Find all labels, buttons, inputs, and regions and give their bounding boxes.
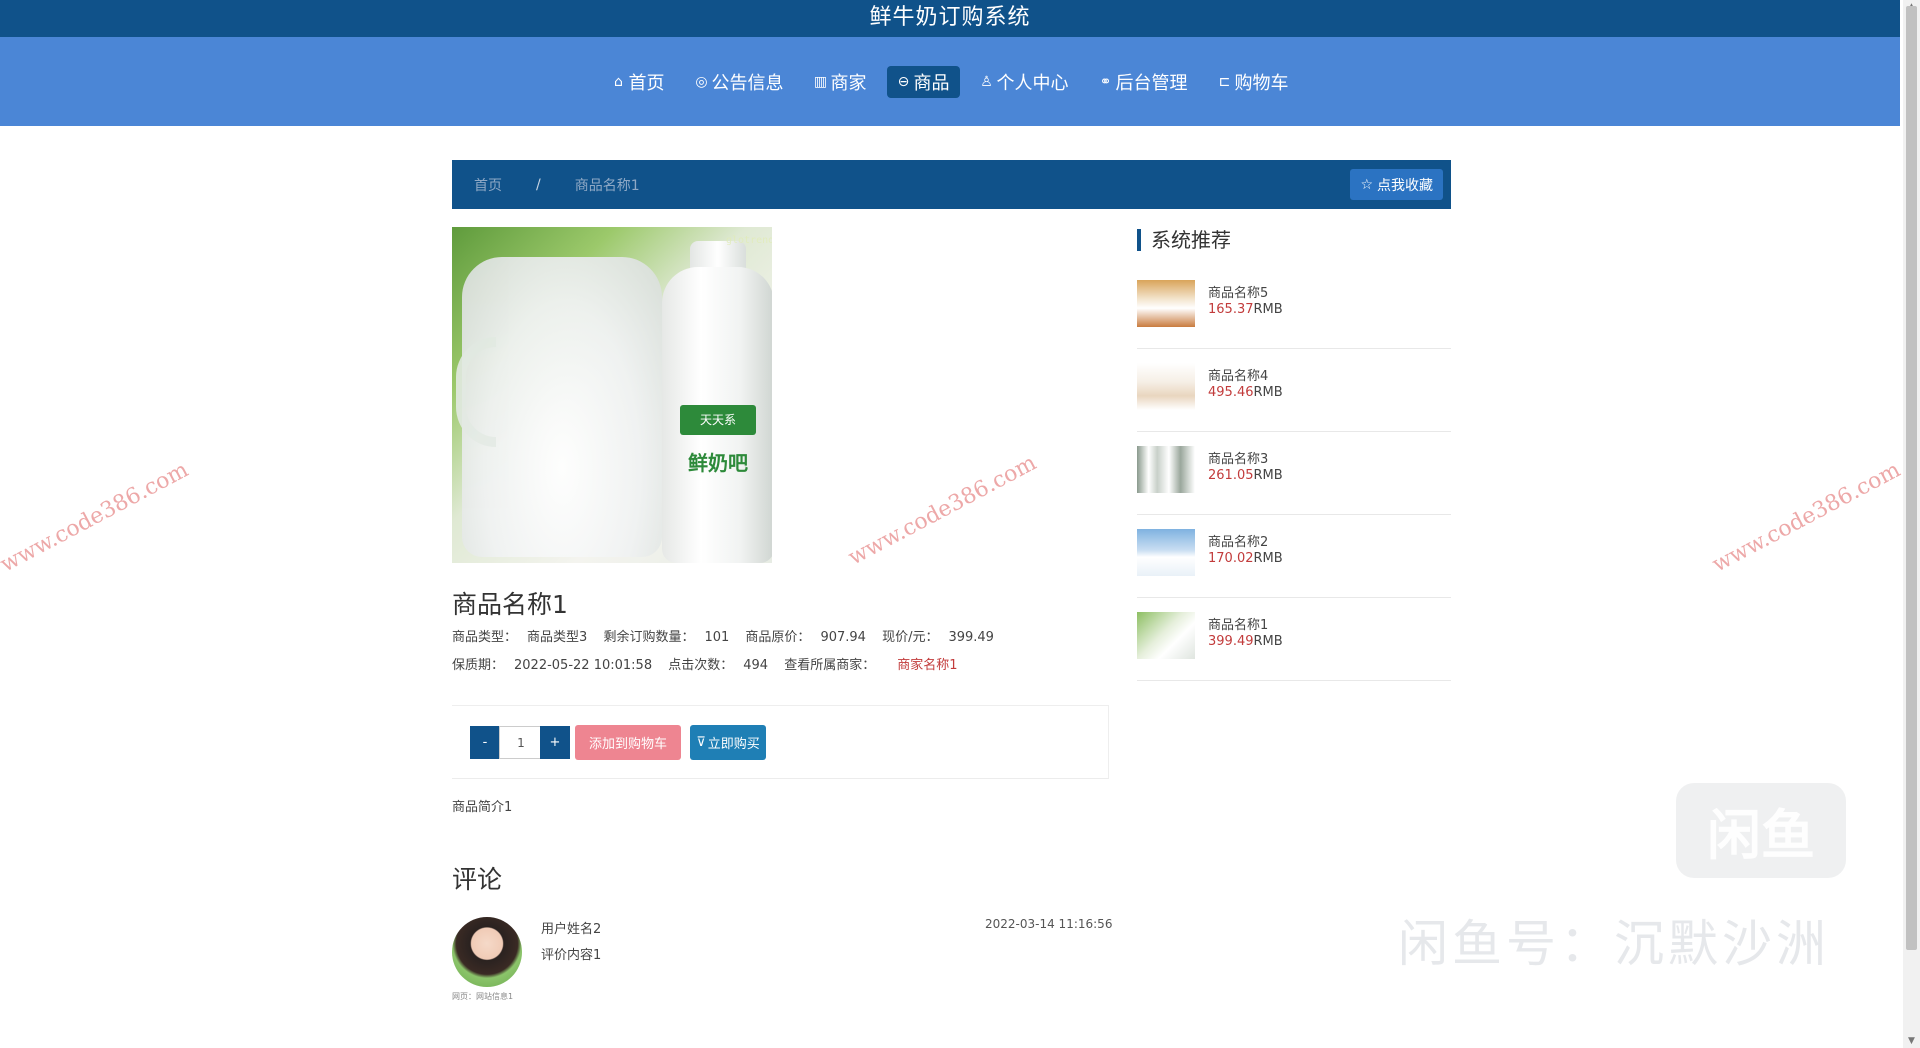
nav-label: 首页 — [628, 72, 665, 94]
expiry-value: 2022-05-22 10:01:58 — [514, 658, 653, 673]
quantity-decrease-button[interactable]: - — [470, 726, 500, 759]
buy-now-label: 立即购买 — [707, 737, 760, 752]
xianyu-logo: 闲鱼 — [1676, 783, 1846, 878]
product-info-line-2: 保质期： 2022-05-22 10:01:58 点击次数： 494 查看所属商家：… — [452, 654, 958, 673]
recommend-item[interactable]: 商品名称3 261.05RMB — [1137, 432, 1451, 515]
nav-label: 后台管理 — [1115, 72, 1188, 94]
buy-now-button[interactable]: ⊽ 立即购买 — [690, 725, 766, 760]
add-to-cart-button[interactable]: 添加到购物车 — [575, 725, 681, 760]
recommend-item[interactable]: 商品名称5 165.37RMB — [1137, 266, 1451, 349]
type-value: 商品类型3 — [527, 630, 588, 645]
nav-item-shops[interactable]: ▥ 商家 — [804, 66, 877, 98]
stock-label: 剩余订购数量： — [603, 630, 695, 645]
announcement-icon: ◎ — [695, 73, 708, 90]
breadcrumb: 首页 / 商品名称1 ☆ 点我收藏 — [452, 160, 1451, 209]
milk-jar-graphic — [456, 257, 662, 557]
quantity-increase-button[interactable]: + — [540, 726, 570, 759]
breadcrumb-home[interactable]: 首页 — [474, 175, 502, 195]
favorite-label: 点我收藏 — [1377, 177, 1433, 194]
scroll-down-icon[interactable]: ▼ — [1903, 1034, 1920, 1048]
bottle-label: 鲜奶吧 — [688, 451, 748, 475]
avatar — [452, 917, 522, 987]
nav-label: 个人中心 — [996, 72, 1069, 94]
recommend-thumbnail — [1137, 363, 1195, 410]
comments-title: 评论 — [452, 865, 503, 894]
recommend-list: 商品名称5 165.37RMB 商品名称4 495.46RMB 商品名称3 26… — [1137, 266, 1451, 681]
product-intro: 商品简介1 — [452, 800, 513, 815]
clicks-value: 494 — [743, 658, 769, 673]
user-icon: ♙ — [980, 73, 993, 90]
star-icon: ☆ — [1360, 176, 1373, 193]
recommend-name: 商品名称3 — [1208, 452, 1269, 467]
cart-icon: ⊏ — [1218, 73, 1231, 90]
comment-user: 用户姓名2 — [541, 922, 602, 937]
recommend-name: 商品名称1 — [1208, 618, 1269, 633]
comment-time: 2022-03-14 11:16:56 — [985, 917, 1113, 931]
recommend-item[interactable]: 商品名称1 399.49RMB — [1137, 598, 1451, 681]
image-watermark: glotrend.com — [726, 235, 772, 246]
buy-panel: - + 添加到购物车 ⊽ 立即购买 — [452, 705, 1109, 779]
recommend-thumbnail — [1137, 529, 1195, 576]
type-label: 商品类型： — [452, 630, 518, 645]
page-scrollbar[interactable]: ▲ ▼ — [1903, 0, 1920, 1048]
nav-item-profile[interactable]: ♙ 个人中心 — [970, 66, 1079, 98]
nav-item-cart[interactable]: ⊏ 购物车 — [1208, 66, 1299, 98]
nav-label: 公告信息 — [711, 72, 784, 94]
recommend-price: 165.37RMB — [1208, 302, 1283, 317]
recommend-name: 商品名称4 — [1208, 369, 1269, 384]
scrollbar-thumb[interactable] — [1906, 6, 1917, 950]
quantity-input[interactable] — [499, 726, 543, 759]
site-watermark: www.code386.com — [0, 457, 193, 578]
recommend-price: 170.02RMB — [1208, 551, 1283, 566]
recommend-name: 商品名称5 — [1208, 286, 1269, 301]
bag-icon: ⊽ — [696, 735, 706, 750]
recommend-name: 商品名称2 — [1208, 535, 1269, 550]
product-image: 天天系 鲜奶吧 glotrend.com — [452, 227, 772, 563]
shop-icon: ▥ — [813, 73, 828, 90]
comment-content: 评价内容1 — [541, 948, 602, 963]
bottle-badge: 天天系 — [680, 405, 756, 435]
nav-item-admin[interactable]: ⚭ 后台管理 — [1089, 66, 1198, 98]
recommend-price: 261.05RMB — [1208, 468, 1283, 483]
recommend-thumbnail — [1137, 446, 1195, 493]
recommend-price: 495.46RMB — [1208, 385, 1283, 400]
goods-icon: ⊖ — [897, 73, 910, 90]
recommend-item[interactable]: 商品名称2 170.02RMB — [1137, 515, 1451, 598]
price-label: 现价/元： — [882, 630, 939, 645]
avatar-caption: 网页：网站信息1 — [452, 992, 514, 1001]
original-price-value: 907.94 — [820, 630, 866, 645]
nav-label: 商品 — [913, 72, 950, 94]
site-watermark: www.code386.com — [844, 450, 1041, 571]
shop-label: 查看所属商家： — [784, 658, 876, 673]
product-title: 商品名称1 — [452, 590, 568, 619]
stock-value: 101 — [704, 630, 730, 645]
site-watermark: www.code386.com — [1708, 457, 1905, 578]
nav-item-goods[interactable]: ⊖ 商品 — [886, 65, 960, 98]
link-icon: ⚭ — [1099, 73, 1112, 90]
recommend-item[interactable]: 商品名称4 495.46RMB — [1137, 349, 1451, 432]
nav-label: 购物车 — [1234, 72, 1289, 94]
breadcrumb-current: 商品名称1 — [574, 177, 640, 194]
recommend-title: 系统推荐 — [1137, 229, 1231, 251]
nav-item-announcements[interactable]: ◎ 公告信息 — [685, 66, 794, 98]
product-info-line-1: 商品类型： 商品类型3 剩余订购数量： 101 商品原价： 907.94 现价/元： 3… — [452, 626, 994, 645]
main-nav: ⌂ 首页 ◎ 公告信息 ▥ 商家 ⊖ 商品 ♙ 个人中心 ⚭ 后台管理 ⊏ 购物… — [0, 37, 1900, 126]
original-price-label: 商品原价： — [745, 630, 811, 645]
recommend-thumbnail — [1137, 612, 1195, 659]
price-value: 399.49 — [948, 630, 994, 645]
recommend-thumbnail — [1137, 280, 1195, 327]
clicks-label: 点击次数： — [668, 658, 734, 673]
shop-link[interactable]: 商家名称1 — [897, 658, 957, 673]
recommend-price: 399.49RMB — [1208, 634, 1283, 649]
expiry-label: 保质期： — [452, 658, 505, 673]
nav-item-home[interactable]: ⌂ 首页 — [602, 66, 675, 98]
breadcrumb-separator: / — [536, 176, 541, 193]
home-icon: ⌂ — [614, 73, 623, 90]
site-title: 鲜牛奶订购系统 — [0, 0, 1900, 37]
nav-label: 商家 — [830, 72, 867, 94]
favorite-button[interactable]: ☆ 点我收藏 — [1350, 169, 1443, 200]
xianyu-account: 闲鱼号：沉默沙洲 — [1398, 915, 1830, 973]
